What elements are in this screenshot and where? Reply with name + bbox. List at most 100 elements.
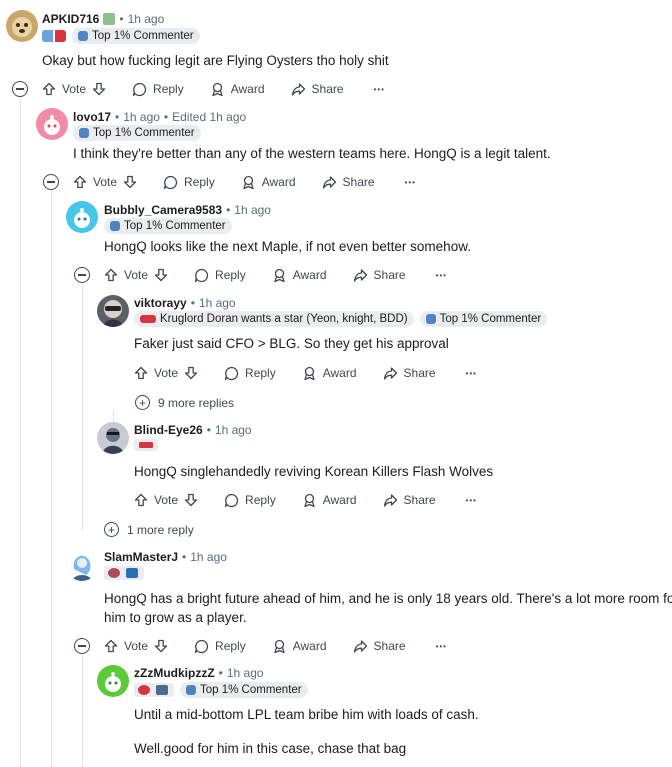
downvote-button[interactable] <box>92 82 106 96</box>
timestamp[interactable]: 1h ago <box>227 666 264 680</box>
upvote-icon <box>42 82 56 96</box>
comment-icon <box>224 366 239 380</box>
avatar[interactable] <box>97 295 129 327</box>
downvote-button[interactable] <box>184 366 198 380</box>
timestamp[interactable]: 1h ago <box>128 12 165 26</box>
award-button[interactable]: Award <box>272 639 327 654</box>
downvote-button[interactable] <box>154 639 168 653</box>
username[interactable]: lovo17 <box>73 110 111 124</box>
reply-button[interactable]: Reply <box>224 366 276 381</box>
reply-button[interactable]: Reply <box>194 268 246 283</box>
comment-actions: Vote Reply Award Share ••• <box>104 636 447 656</box>
share-icon <box>383 366 397 380</box>
award-button[interactable]: Award <box>272 268 327 283</box>
avatar[interactable] <box>66 549 98 581</box>
username[interactable]: Blind-Eye26 <box>134 423 203 437</box>
award-button[interactable]: Award <box>210 82 265 97</box>
expand-icon: + <box>104 522 119 537</box>
timestamp[interactable]: 1h ago <box>215 423 252 437</box>
top-commenter-flair: Top 1% Commenter <box>104 218 232 234</box>
downvote-button[interactable] <box>154 268 168 282</box>
award-button[interactable]: Award <box>241 175 296 190</box>
separator: • <box>163 110 169 124</box>
downvote-button[interactable] <box>123 175 137 189</box>
share-button[interactable]: Share <box>383 366 436 381</box>
avatar[interactable] <box>97 422 129 454</box>
user-flair-icon <box>134 683 174 697</box>
share-icon <box>322 175 336 189</box>
team-flair-icon <box>134 439 158 451</box>
downvote-icon <box>123 175 137 189</box>
comment-actions: Vote Reply Award Share ••• <box>104 265 447 285</box>
team-flair-icon <box>140 315 156 323</box>
share-button[interactable]: Share <box>353 639 406 654</box>
username[interactable]: APKID716 <box>42 12 99 26</box>
upvote-button[interactable]: Vote <box>134 366 178 380</box>
avatar[interactable] <box>6 10 38 42</box>
share-button[interactable]: Share <box>383 493 436 508</box>
comment-body: HongQ looks like the next Maple, if not … <box>104 239 471 254</box>
award-button[interactable]: Award <box>302 366 357 381</box>
user-badge-icon <box>103 13 116 25</box>
collapse-thread-button[interactable] <box>74 638 90 654</box>
overflow-menu-button[interactable]: ••• <box>374 85 385 94</box>
overflow-menu-button[interactable]: ••• <box>405 178 416 187</box>
share-button[interactable]: Share <box>353 268 406 283</box>
overflow-menu-button[interactable]: ••• <box>436 271 447 280</box>
upvote-button[interactable]: Vote <box>73 175 117 189</box>
upvote-button[interactable]: Vote <box>134 493 178 507</box>
reply-button[interactable]: Reply <box>163 175 215 190</box>
avatar[interactable] <box>66 201 98 233</box>
more-replies-button[interactable]: + 1 more reply <box>104 522 194 537</box>
more-replies-button[interactable]: + 9 more replies <box>135 395 234 410</box>
upvote-icon <box>104 639 118 653</box>
collapse-thread-button[interactable] <box>74 267 90 283</box>
collapse-thread-button[interactable] <box>12 81 28 97</box>
comment-actions: Vote Reply Award Share ••• <box>73 172 416 192</box>
overflow-menu-button[interactable]: ••• <box>466 496 477 505</box>
comment-body: him to grow as a player. <box>104 610 247 625</box>
comment-icon <box>194 639 209 653</box>
downvote-button[interactable] <box>184 493 198 507</box>
upvote-button[interactable]: Vote <box>104 639 148 653</box>
separator: • <box>115 110 120 124</box>
avatar[interactable] <box>36 108 68 140</box>
separator: • <box>218 666 223 680</box>
team-flair-icon <box>42 30 66 42</box>
username[interactable]: SlamMasterJ <box>104 550 178 564</box>
overflow-menu-button[interactable]: ••• <box>466 369 477 378</box>
commenter-icon <box>425 314 436 324</box>
commenter-icon <box>79 128 89 138</box>
separator: • <box>206 423 211 437</box>
reply-button[interactable]: Reply <box>132 82 184 97</box>
upvote-button[interactable]: Vote <box>104 268 148 282</box>
reply-button[interactable]: Reply <box>194 639 246 654</box>
username[interactable]: zZzMudkipzzZ <box>134 666 215 680</box>
award-button[interactable]: Award <box>302 493 357 508</box>
upvote-button[interactable]: Vote <box>42 82 86 96</box>
award-icon <box>274 639 285 653</box>
reply-button[interactable]: Reply <box>224 493 276 508</box>
top-commenter-flair: Top 1% Commenter <box>180 682 308 698</box>
timestamp[interactable]: 1h ago <box>199 296 236 310</box>
timestamp[interactable]: 1h ago <box>234 203 271 217</box>
overflow-menu-button[interactable]: ••• <box>436 642 447 651</box>
separator: • <box>190 296 195 310</box>
share-button[interactable]: Share <box>291 82 344 97</box>
comment-body: Okay but how fucking legit are Flying Oy… <box>42 53 389 68</box>
top-commenter-flair: Top 1% Commenter <box>72 28 200 44</box>
collapse-thread-button[interactable] <box>43 174 59 190</box>
award-icon <box>212 82 223 96</box>
separator: • <box>182 550 187 564</box>
timestamp[interactable]: 1h ago <box>123 110 160 124</box>
username[interactable]: viktorayy <box>134 296 187 310</box>
username[interactable]: Bubbly_Camera9583 <box>104 203 222 217</box>
separator: • <box>226 203 231 217</box>
avatar[interactable] <box>97 665 129 697</box>
share-button[interactable]: Share <box>322 175 375 190</box>
comment-body: HongQ singlehandedly reviving Korean Kil… <box>134 464 494 479</box>
comment-body: Until a mid-bottom LPL team bribe him wi… <box>134 707 479 722</box>
commenter-icon <box>110 221 120 231</box>
timestamp[interactable]: 1h ago <box>190 550 227 564</box>
edited-indicator: Edited 1h ago <box>172 110 247 124</box>
